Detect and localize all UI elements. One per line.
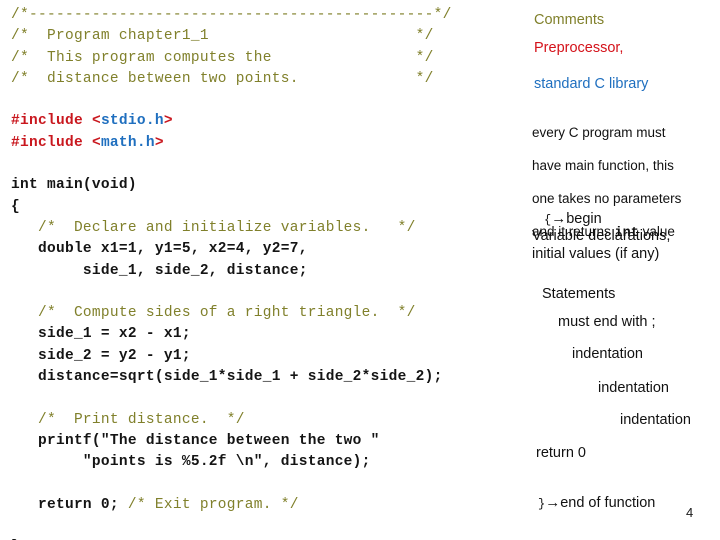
code-line: double x1=1, y1=5, x2=4, y2=7, — [11, 239, 526, 260]
annotation-main-line1: every C program must — [532, 124, 666, 140]
code-token-pp: < — [91, 113, 101, 130]
page-number: 4 — [686, 505, 694, 520]
code-line: distance=sqrt(side_1*side_1 + side_2*sid… — [11, 367, 526, 388]
annotation-return-zero: return 0 — [536, 445, 586, 461]
slide-canvas: /*--------------------------------------… — [0, 0, 720, 540]
annotation-endfn-label: end of function — [560, 494, 656, 511]
code-token-code: { — [11, 198, 20, 215]
code-token-code: side_2 = y2 - y1; — [11, 347, 191, 364]
code-token-code: return 0; — [11, 496, 128, 513]
code-line: "points is %5.2f \n", distance); — [11, 452, 526, 473]
code-token-pp: < — [91, 134, 101, 151]
code-line: #include <math.h> — [11, 133, 526, 154]
code-line: /* Program chapter1_1 */ — [11, 26, 526, 47]
code-line: printf("The distance between the two " — [11, 431, 526, 452]
code-line: /* Compute sides of a right triangle. */ — [11, 303, 526, 324]
arrow-right-icon: → — [545, 493, 561, 511]
code-token-code: distance=sqrt(side_1*side_1 + side_2*sid… — [11, 369, 443, 386]
annotation-standard-c-library: standard C library — [534, 76, 649, 92]
annotation-begin-label: begin — [566, 210, 602, 227]
code-token-comment: /* Program chapter1_1 */ — [11, 28, 434, 45]
annotation-main-line2: have main function, this — [532, 157, 674, 173]
arrow-right-icon: → — [551, 209, 567, 227]
annotation-variable-declarations: Variable declarations, initial values (i… — [532, 228, 671, 262]
code-line: int main(void) — [11, 175, 526, 196]
annotation-must-end-with-semicolon: must end with ; — [558, 314, 656, 330]
code-token-code: int main(void) — [11, 177, 137, 194]
code-line: /*--------------------------------------… — [11, 5, 526, 26]
code-line: return 0; /* Exit program. */ — [11, 495, 526, 516]
code-token-code: double x1=1, y1=5, x2=4, y2=7, — [11, 241, 308, 258]
code-line: side_2 = y2 - y1; — [11, 346, 526, 367]
annotation-indentation-1: indentation — [572, 346, 643, 362]
code-token-code: side_1 = x2 - x1; — [11, 326, 191, 343]
code-token-code: side_1, side_2, distance; — [11, 262, 308, 279]
annotation-statements: Statements — [542, 286, 616, 302]
code-listing: /*--------------------------------------… — [11, 5, 526, 540]
annotation-comments: Comments — [534, 12, 605, 28]
code-token-comment: /* Declare and initialize variables. */ — [11, 219, 416, 236]
code-token-comment: /* Compute sides of a right triangle. */ — [11, 305, 416, 322]
annotation-open-brace-begin: {→begin — [544, 192, 602, 229]
annotation-column: every C program must have main function,… — [530, 0, 720, 540]
code-token-pp: > — [154, 134, 164, 151]
annotation-preprocessor: Preprocessor, — [534, 40, 624, 56]
code-line: /* Declare and initialize variables. */ — [11, 218, 526, 239]
code-token-comment: /* This program computes the */ — [11, 49, 434, 66]
code-token-comment: /* Print distance. */ — [11, 411, 245, 428]
annotation-indentation-2: indentation — [598, 380, 669, 396]
code-line: #include <stdio.h> — [11, 111, 526, 132]
code-token-comment: /*--------------------------------------… — [11, 7, 452, 23]
code-token-hdr: stdio.h — [100, 113, 164, 130]
code-token-code: "points is %5.2f \n", distance); — [11, 454, 371, 471]
code-line: /* This program computes the */ — [11, 48, 526, 69]
code-line: /* distance between two points. */ — [11, 69, 526, 90]
code-token-comment: /* Exit program. */ — [127, 496, 299, 513]
code-token-pp: > — [163, 113, 173, 130]
code-line: /* Print distance. */ — [11, 410, 526, 431]
annotation-indentation-3: indentation — [620, 412, 691, 428]
code-token-comment: /* distance between two points. */ — [11, 70, 434, 87]
code-line: side_1, side_2, distance; — [11, 261, 526, 282]
code-line: { — [11, 197, 526, 218]
code-token-hdr: math.h — [100, 134, 155, 151]
code-token-pp: #include — [11, 134, 92, 151]
code-line: side_1 = x2 - x1; — [11, 324, 526, 345]
annotation-close-brace-end: }→end of function — [538, 476, 655, 513]
code-token-pp: #include — [11, 113, 92, 130]
code-token-code: printf("The distance between the two " — [11, 432, 380, 449]
